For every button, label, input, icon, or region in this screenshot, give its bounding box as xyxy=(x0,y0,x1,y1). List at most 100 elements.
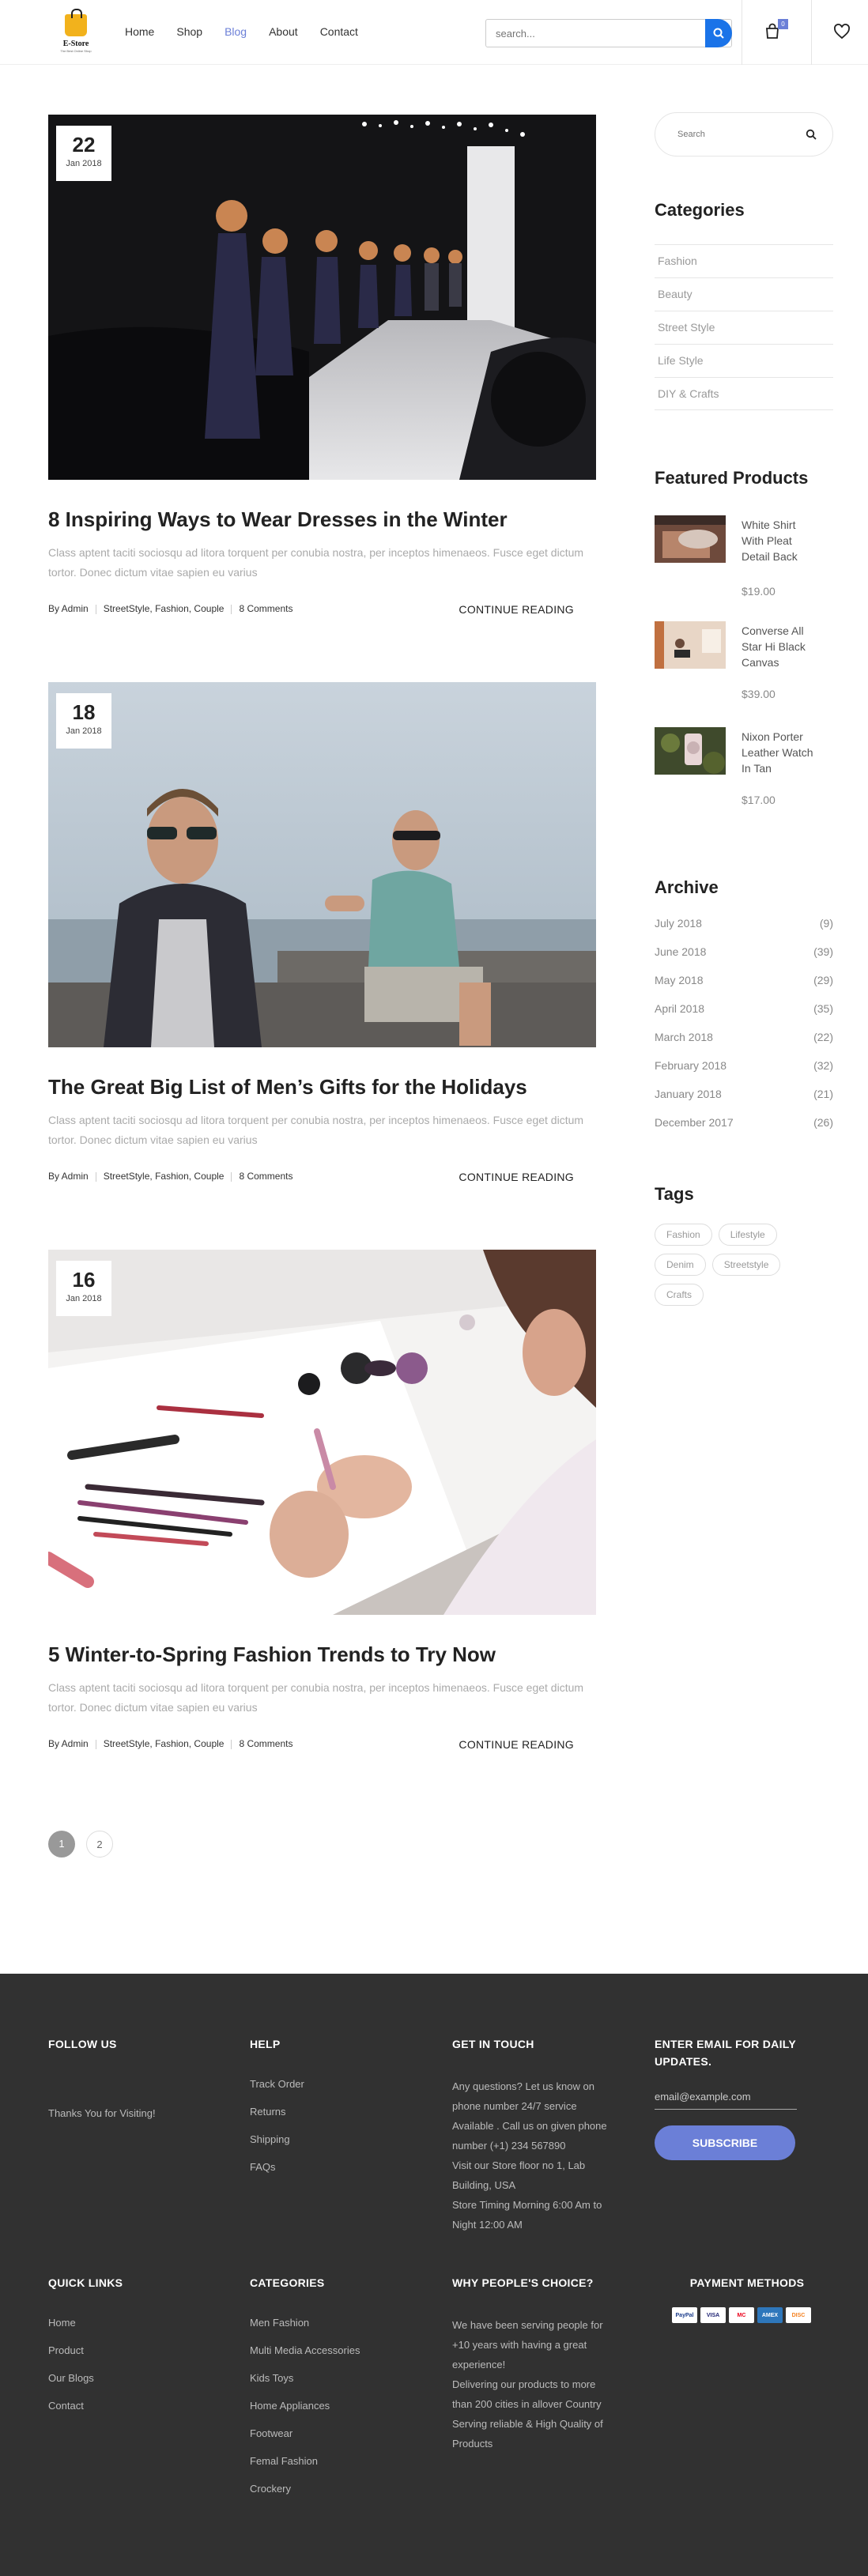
why-line: than 200 cities in allover Country xyxy=(452,2398,602,2410)
nav-contact[interactable]: Contact xyxy=(320,25,358,38)
categories-title: Categories xyxy=(655,200,745,220)
follow-title: FOLLOW US xyxy=(48,2038,117,2050)
archive-item[interactable]: March 2018 (22) xyxy=(655,1031,833,1059)
contact-line: Building, USA xyxy=(452,2179,516,2191)
product-price: $17.00 xyxy=(742,794,776,806)
post-title[interactable]: 5 Winter-to-Spring Fashion Trends to Try… xyxy=(48,1642,596,1667)
featured-products-widget: Featured Products White Shirt With Pleat… xyxy=(655,468,833,833)
search-icon[interactable] xyxy=(806,129,817,140)
footer-link[interactable]: Kids Toys xyxy=(250,2364,424,2392)
archive-month: February 2018 xyxy=(655,1059,727,1072)
footer-link[interactable]: Men Fashion xyxy=(250,2309,424,2337)
post-image-men[interactable]: 18 Jan 2018 xyxy=(48,682,596,1047)
contact-line: Available . Call us on given phone xyxy=(452,2120,607,2132)
site-footer: FOLLOW US Thanks You for Visiting! HELP … xyxy=(0,1974,868,2576)
amex-card-icon: AMEX xyxy=(757,2307,783,2323)
tag-chip[interactable]: Streetstyle xyxy=(711,1254,781,1276)
newsletter-email-input[interactable]: email@example.com xyxy=(655,2091,797,2110)
featured-product[interactable]: Converse All Star Hi Black Canvas $39.00 xyxy=(655,621,833,727)
footer-link[interactable]: FAQs xyxy=(250,2153,408,2181)
category-item[interactable]: Life Style xyxy=(655,344,833,377)
archive-item[interactable]: May 2018 (29) xyxy=(655,974,833,1002)
archive-item[interactable]: January 2018 (21) xyxy=(655,1088,833,1116)
product-thumbnail[interactable] xyxy=(655,621,726,669)
footer-link[interactable]: Home Appliances xyxy=(250,2392,424,2419)
post-tags[interactable]: StreetStyle, Fashion, Couple xyxy=(104,603,225,614)
logo-tagline: The Best Online Shop xyxy=(60,49,92,53)
help-title: HELP xyxy=(250,2038,281,2050)
post-author[interactable]: By Admin xyxy=(48,603,89,614)
footer-link[interactable]: Shipping xyxy=(250,2125,408,2153)
archive-item[interactable]: February 2018 (32) xyxy=(655,1059,833,1088)
tag-chip[interactable]: Denim xyxy=(655,1254,706,1276)
post-tags[interactable]: StreetStyle, Fashion, Couple xyxy=(104,1738,225,1749)
store-logo[interactable]: E-Store The Best Online Shop xyxy=(57,9,95,54)
archive-month: June 2018 xyxy=(655,945,707,958)
product-thumbnail[interactable] xyxy=(655,727,726,775)
tag-chip[interactable]: Fashion xyxy=(655,1224,712,1246)
post-tags[interactable]: StreetStyle, Fashion, Couple xyxy=(104,1171,225,1182)
footer-link[interactable]: Home xyxy=(48,2309,206,2337)
blog-post: 22 Jan 2018 8 Inspiring Ways to Wear Dre… xyxy=(48,115,596,619)
tag-chip[interactable]: Crafts xyxy=(655,1284,704,1306)
page-1-button[interactable]: 1 xyxy=(48,1831,75,1858)
post-image-makeup[interactable]: 16 Jan 2018 xyxy=(48,1250,596,1615)
featured-product[interactable]: Nixon Porter Leather Watch In Tan $17.00 xyxy=(655,727,833,833)
post-comments[interactable]: 8 Comments xyxy=(239,1171,292,1182)
page-2-button[interactable]: 2 xyxy=(86,1831,113,1858)
site-header: E-Store The Best Online Shop Home Shop B… xyxy=(0,0,868,65)
nav-shop[interactable]: Shop xyxy=(176,25,202,38)
continue-reading-link[interactable]: CONTINUE READING xyxy=(459,1738,574,1751)
product-name[interactable]: White Shirt With Pleat Detail Back xyxy=(742,517,821,564)
footer-link[interactable]: Returns xyxy=(250,2098,408,2125)
wishlist-button[interactable] xyxy=(833,24,852,41)
footer-link[interactable]: Crockery xyxy=(250,2475,424,2502)
post-image-runway[interactable]: 22 Jan 2018 xyxy=(48,115,596,480)
nav-home[interactable]: Home xyxy=(125,25,154,38)
product-thumbnail[interactable] xyxy=(655,515,726,563)
category-item[interactable]: DIY & Crafts xyxy=(655,377,833,410)
footer-link[interactable]: Femal Fashion xyxy=(250,2447,424,2475)
post-title[interactable]: The Great Big List of Men’s Gifts for th… xyxy=(48,1074,596,1099)
continue-reading-link[interactable]: CONTINUE READING xyxy=(459,1171,574,1183)
post-comments[interactable]: 8 Comments xyxy=(239,1738,292,1749)
watch-photo xyxy=(655,727,726,775)
contact-line: number (+1) 234 567890 xyxy=(452,2140,566,2152)
product-name[interactable]: Converse All Star Hi Black Canvas xyxy=(742,623,821,670)
subscribe-button[interactable]: SUBSCRIBE xyxy=(655,2125,795,2160)
tag-chip[interactable]: Lifestyle xyxy=(718,1224,777,1246)
footer-link[interactable]: Product xyxy=(48,2337,206,2364)
archive-item[interactable]: June 2018 (39) xyxy=(655,945,833,974)
why-line: +10 years with having a great xyxy=(452,2339,587,2351)
category-item[interactable]: Beauty xyxy=(655,277,833,311)
header-search-button[interactable] xyxy=(705,19,732,47)
nav-blog[interactable]: Blog xyxy=(225,25,247,38)
sidebar-search-input[interactable] xyxy=(677,113,812,156)
archive-list: July 2018 (9) June 2018 (39) May 2018 (29) … xyxy=(655,917,833,1145)
post-author[interactable]: By Admin xyxy=(48,1171,89,1182)
footer-link[interactable]: Track Order xyxy=(250,2070,408,2098)
quick-links-title: QUICK LINKS xyxy=(48,2276,123,2289)
continue-reading-link[interactable]: CONTINUE READING xyxy=(459,603,574,616)
footer-link[interactable]: Footwear xyxy=(250,2419,424,2447)
contact-line: phone number 24/7 service xyxy=(452,2100,577,2112)
post-title[interactable]: 8 Inspiring Ways to Wear Dresses in the … xyxy=(48,507,596,532)
footer-link[interactable]: Contact xyxy=(48,2392,206,2419)
footer-link[interactable]: Multi Media Accessories xyxy=(250,2337,424,2364)
post-comments[interactable]: 8 Comments xyxy=(239,603,292,614)
archive-count: (9) xyxy=(819,917,833,930)
archive-title: Archive xyxy=(655,877,719,897)
product-name[interactable]: Nixon Porter Leather Watch In Tan xyxy=(742,729,821,776)
category-item[interactable]: Street Style xyxy=(655,311,833,344)
post-author[interactable]: By Admin xyxy=(48,1738,89,1749)
featured-product[interactable]: White Shirt With Pleat Detail Back $19.0… xyxy=(655,515,833,621)
category-item[interactable]: Fashion xyxy=(655,244,833,277)
nav-about[interactable]: About xyxy=(269,25,298,38)
cart-button[interactable]: 0 xyxy=(764,19,788,43)
footer-link[interactable]: Our Blogs xyxy=(48,2364,206,2392)
archive-widget: Archive July 2018 (9) June 2018 (39) May 2… xyxy=(655,877,833,1145)
archive-item[interactable]: December 2017 (26) xyxy=(655,1116,833,1145)
archive-item[interactable]: April 2018 (35) xyxy=(655,1002,833,1031)
archive-item[interactable]: July 2018 (9) xyxy=(655,917,833,945)
header-search-input[interactable] xyxy=(486,20,700,47)
